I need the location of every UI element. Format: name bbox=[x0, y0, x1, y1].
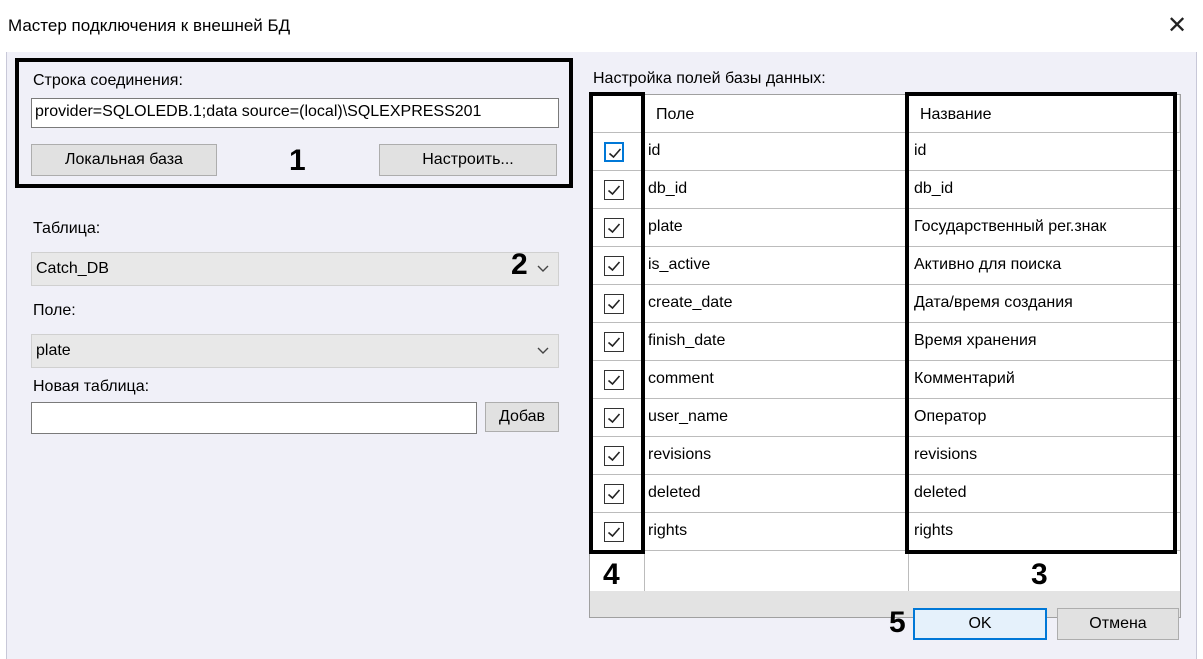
connection-string-field[interactable]: provider=SQLOLEDB.1;data source=(local)\… bbox=[31, 98, 559, 128]
connection-string-label: Строка соединения: bbox=[33, 72, 183, 89]
field-select-value: plate bbox=[36, 342, 71, 359]
table-select[interactable]: Catch_DB bbox=[31, 252, 559, 286]
dialog-body: Строка соединения: provider=SQLOLEDB.1;d… bbox=[6, 52, 1197, 659]
callout-box-4 bbox=[589, 92, 645, 554]
callout-number-1: 1 bbox=[289, 144, 306, 177]
row-field-cell[interactable]: is_active bbox=[648, 256, 710, 274]
callout-number-3: 3 bbox=[1031, 558, 1048, 591]
row-field-cell[interactable]: plate bbox=[648, 218, 683, 236]
cancel-button[interactable]: Отмена bbox=[1057, 608, 1179, 640]
callout-number-2: 2 bbox=[511, 248, 528, 281]
row-field-cell[interactable]: user_name bbox=[648, 408, 728, 426]
row-field-cell[interactable]: deleted bbox=[648, 484, 701, 502]
row-field-cell[interactable]: revisions bbox=[648, 446, 711, 464]
window-title: Мастер подключения к внешней БД bbox=[8, 16, 291, 35]
field-select[interactable]: plate bbox=[31, 334, 559, 368]
grid-header-field[interactable]: Поле bbox=[644, 95, 908, 133]
chevron-down-icon bbox=[537, 265, 549, 272]
chevron-down-icon bbox=[537, 347, 549, 354]
row-field-cell[interactable]: finish_date bbox=[648, 332, 725, 350]
add-table-button[interactable]: Добав bbox=[485, 402, 559, 432]
db-fields-label: Настройка полей базы данных: bbox=[593, 70, 826, 87]
ok-button[interactable]: OK bbox=[913, 608, 1047, 640]
callout-number-5: 5 bbox=[889, 606, 906, 639]
table-label: Таблица: bbox=[33, 220, 101, 237]
new-table-input[interactable] bbox=[31, 402, 477, 434]
callout-box-3 bbox=[905, 92, 1177, 554]
row-field-cell[interactable]: id bbox=[648, 142, 660, 160]
callout-number-4: 4 bbox=[603, 558, 620, 591]
field-label: Поле: bbox=[33, 302, 76, 319]
local-db-button[interactable]: Локальная база bbox=[31, 144, 217, 176]
row-field-cell[interactable]: rights bbox=[648, 522, 687, 540]
configure-button[interactable]: Настроить... bbox=[379, 144, 557, 176]
table-select-value: Catch_DB bbox=[36, 260, 109, 277]
new-table-label: Новая таблица: bbox=[33, 378, 150, 395]
title-bar: Мастер подключения к внешней БД ✕ bbox=[0, 0, 1203, 52]
row-field-cell[interactable]: create_date bbox=[648, 294, 733, 312]
row-field-cell[interactable]: db_id bbox=[648, 180, 687, 198]
row-field-cell[interactable]: comment bbox=[648, 370, 714, 388]
close-icon[interactable]: ✕ bbox=[1163, 12, 1191, 40]
